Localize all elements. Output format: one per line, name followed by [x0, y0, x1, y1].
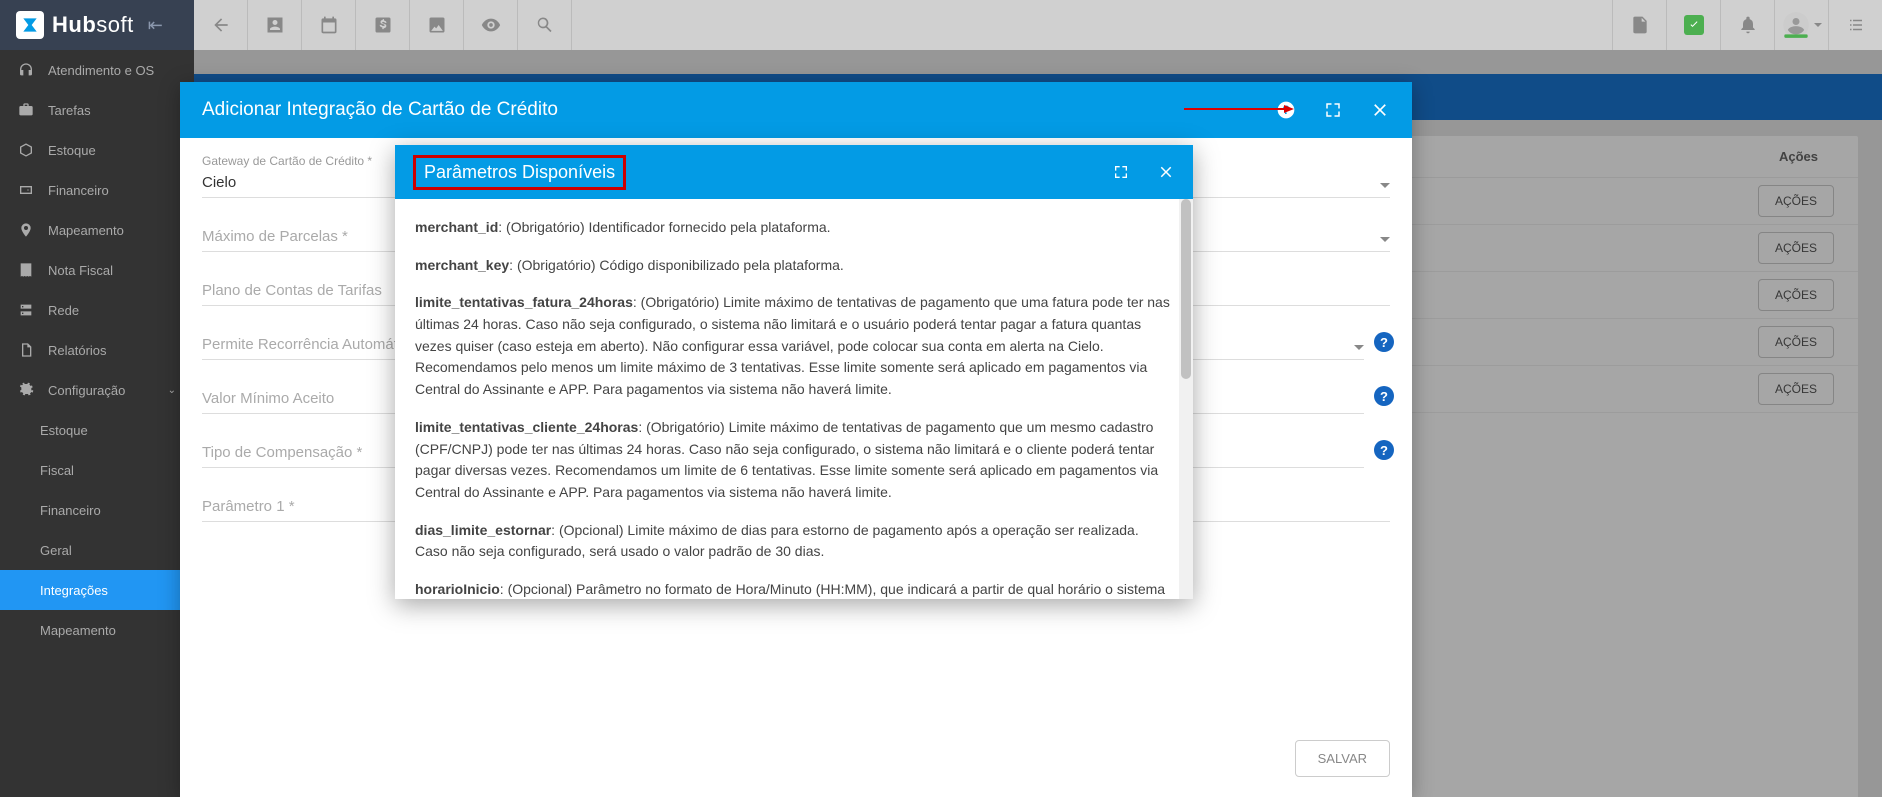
- eye-icon[interactable]: [464, 0, 518, 50]
- sidebar-item-label: Mapeamento: [48, 223, 124, 238]
- briefcase-icon: [18, 102, 34, 118]
- pdf-icon[interactable]: [1612, 0, 1666, 50]
- close-icon[interactable]: [1157, 163, 1175, 181]
- sidebar-item-atendimento[interactable]: Atendimento e OS: [0, 50, 194, 90]
- sidebar-item-label: Estoque: [48, 143, 96, 158]
- server-icon: [18, 302, 34, 318]
- user-avatar[interactable]: [1774, 0, 1828, 50]
- gear-icon: [18, 382, 34, 398]
- collapse-sidebar-icon[interactable]: ⇤: [148, 15, 163, 36]
- person-box-icon[interactable]: [248, 0, 302, 50]
- sidebar-item-label: Financeiro: [48, 183, 109, 198]
- popup-title: Parâmetros Disponíveis: [424, 162, 615, 182]
- close-icon[interactable]: [1370, 100, 1390, 120]
- search-icon[interactable]: [518, 0, 572, 50]
- scrollbar[interactable]: [1179, 199, 1193, 599]
- sidebar-item-label: Tarefas: [48, 103, 91, 118]
- sidebar-sub-mapeamento[interactable]: Mapeamento: [0, 610, 194, 650]
- svg-text:?: ?: [1282, 104, 1289, 117]
- help-icon[interactable]: ?: [1374, 386, 1394, 406]
- param-item: limite_tentativas_fatura_24horas: (Obrig…: [415, 292, 1173, 400]
- sidebar-item-notafiscal[interactable]: Nota Fiscal: [0, 250, 194, 290]
- fullscreen-icon[interactable]: [1113, 164, 1129, 180]
- popup-title-highlight: Parâmetros Disponíveis: [413, 155, 626, 190]
- status-badge-icon[interactable]: [1666, 0, 1720, 50]
- back-icon[interactable]: [194, 0, 248, 50]
- sidebar-item-label: Configuração: [48, 383, 125, 398]
- dollar-icon[interactable]: [356, 0, 410, 50]
- sidebar-item-label: Atendimento e OS: [48, 63, 154, 78]
- image-icon[interactable]: [410, 0, 464, 50]
- chevron-down-icon: ⌄: [168, 385, 176, 396]
- pin-icon: [18, 222, 34, 238]
- headset-icon: [18, 62, 34, 78]
- menu-icon[interactable]: [1828, 0, 1882, 50]
- popup-parametros: Parâmetros Disponíveis merchant_id: (Obr…: [395, 145, 1193, 599]
- sidebar-item-label: Integrações: [40, 583, 108, 598]
- sidebar-sub-financeiro[interactable]: Financeiro: [0, 490, 194, 530]
- sidebar-sub-geral[interactable]: Geral: [0, 530, 194, 570]
- sidebar-item-label: Fiscal: [40, 463, 74, 478]
- sidebar-sub-fiscal[interactable]: Fiscal: [0, 450, 194, 490]
- modal-title: Adicionar Integração de Cartão de Crédit…: [202, 99, 558, 121]
- bell-icon[interactable]: [1720, 0, 1774, 50]
- sidebar-item-mapeamento[interactable]: Mapeamento: [0, 210, 194, 250]
- sidebar-item-label: Relatórios: [48, 343, 107, 358]
- doc-icon: [18, 342, 34, 358]
- brand-logo[interactable]: Hubsoft ⇤: [0, 0, 194, 50]
- param-item: merchant_key: (Obrigatório) Código dispo…: [415, 255, 1173, 277]
- calendar-icon[interactable]: [302, 0, 356, 50]
- param-item: limite_tentativas_cliente_24horas: (Obri…: [415, 417, 1173, 504]
- modal-header: Adicionar Integração de Cartão de Crédit…: [180, 82, 1412, 138]
- param-item: merchant_id: (Obrigatório) Identificador…: [415, 217, 1173, 239]
- chevron-down-icon: [1354, 345, 1364, 350]
- sidebar-item-estoque[interactable]: Estoque: [0, 130, 194, 170]
- wallet-icon: [18, 182, 34, 198]
- chevron-down-icon: [1380, 183, 1390, 188]
- sidebar-item-tarefas[interactable]: Tarefas: [0, 90, 194, 130]
- param-item: dias_limite_estornar: (Opcional) Limite …: [415, 520, 1173, 563]
- save-button[interactable]: SALVAR: [1295, 740, 1390, 777]
- sidebar-item-label: Estoque: [40, 423, 88, 438]
- brand-mark-icon: [16, 11, 44, 39]
- receipt-icon: [18, 262, 34, 278]
- help-icon[interactable]: ?: [1374, 332, 1394, 352]
- sidebar-item-relatorios[interactable]: Relatórios: [0, 330, 194, 370]
- sidebar-item-configuracao[interactable]: Configuração ⌄: [0, 370, 194, 410]
- popup-body: merchant_id: (Obrigatório) Identificador…: [395, 199, 1193, 599]
- fullscreen-icon[interactable]: [1324, 101, 1342, 119]
- app-bar: Hubsoft ⇤: [0, 0, 1882, 50]
- help-icon[interactable]: ?: [1374, 440, 1394, 460]
- sidebar-sub-estoque[interactable]: Estoque: [0, 410, 194, 450]
- sidebar-item-label: Nota Fiscal: [48, 263, 113, 278]
- brand-name: Hubsoft: [52, 12, 134, 38]
- sidebar-item-label: Geral: [40, 543, 72, 558]
- help-icon[interactable]: ?: [1276, 100, 1296, 120]
- sidebar-item-label: Rede: [48, 303, 79, 318]
- chevron-down-icon: [1380, 237, 1390, 242]
- sidebar-item-label: Mapeamento: [40, 623, 116, 638]
- cube-icon: [18, 142, 34, 158]
- sidebar-item-rede[interactable]: Rede: [0, 290, 194, 330]
- sidebar-item-label: Financeiro: [40, 503, 101, 518]
- sidebar-item-financeiro[interactable]: Financeiro: [0, 170, 194, 210]
- scrollbar-thumb[interactable]: [1181, 199, 1191, 379]
- param-item: horarioInicio: (Opcional) Parâmetro no f…: [415, 579, 1173, 599]
- sidebar-sub-integracoes[interactable]: Integrações: [0, 570, 194, 610]
- sidebar: Atendimento e OS Tarefas Estoque Finance…: [0, 50, 194, 797]
- popup-header: Parâmetros Disponíveis: [395, 145, 1193, 199]
